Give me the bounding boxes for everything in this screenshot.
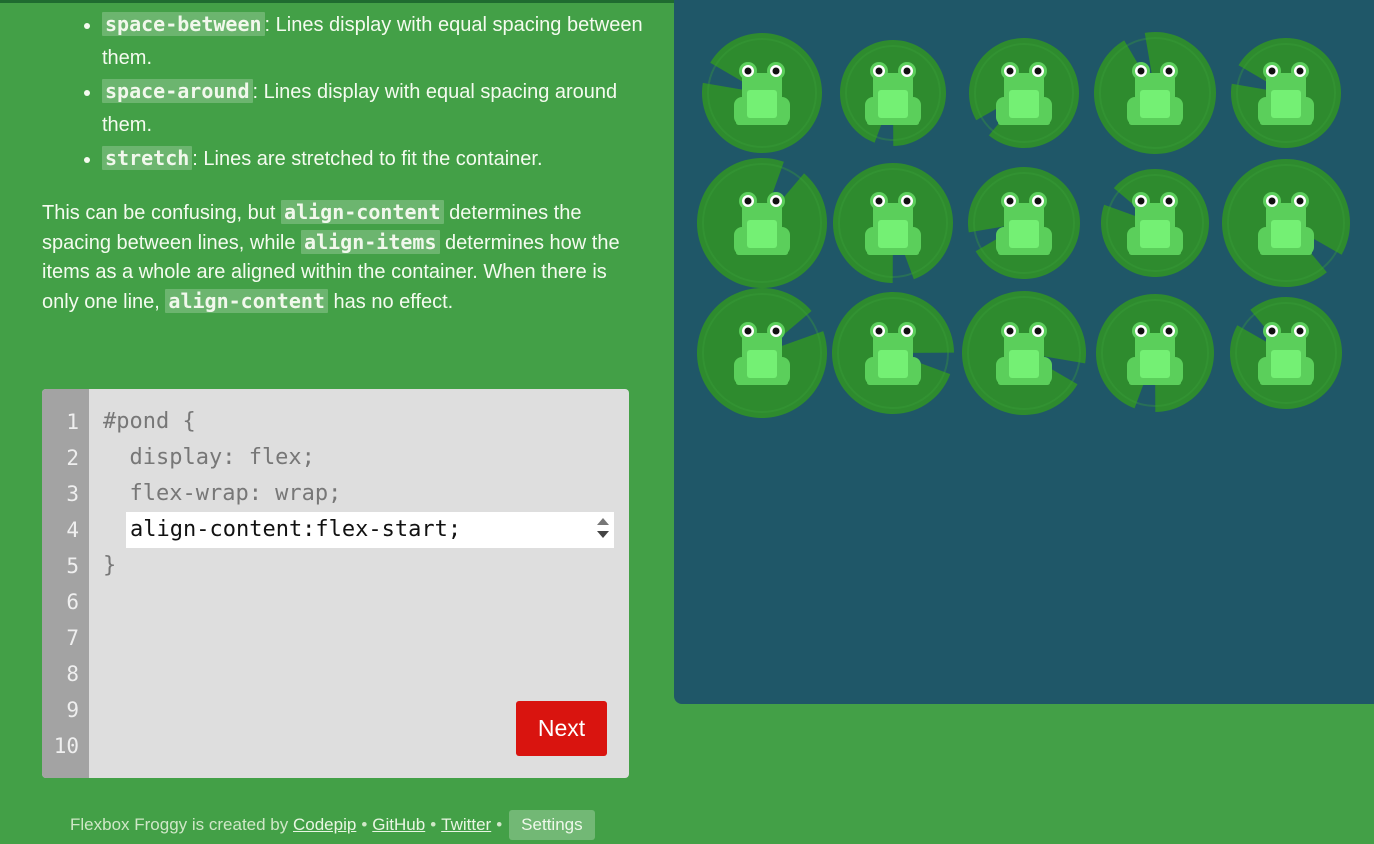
list-item: stretch: Lines are stretched to fit the … [102, 142, 662, 176]
line-number: 6 [66, 590, 79, 614]
frog-on-lilypad [697, 157, 827, 288]
separator: • [430, 815, 437, 834]
code-align-content: align-content [281, 200, 444, 224]
code-align-items: align-items [301, 230, 440, 254]
line-number: 2 [66, 446, 79, 470]
frog-on-lilypad [702, 33, 822, 154]
settings-button[interactable]: Settings [509, 810, 595, 840]
code-line: display: flex; [103, 445, 315, 470]
answer-input[interactable]: align-content:flex-start; [126, 512, 614, 548]
frog-on-lilypad [969, 38, 1079, 149]
frog-on-lilypad [1230, 297, 1342, 409]
code-line: } [103, 553, 117, 578]
frog-on-lilypad [1101, 169, 1209, 277]
frog-on-lilypad [1096, 294, 1214, 412]
line-number: 4 [66, 518, 79, 542]
line-number: 3 [66, 482, 79, 506]
twitter-link[interactable]: Twitter [441, 815, 491, 834]
frog-on-lilypad [1222, 158, 1350, 287]
separator: • [361, 815, 368, 834]
pond [674, 0, 1374, 704]
answer-input-value: align-content:flex-start; [130, 517, 462, 542]
list-item: space-between: Lines display with equal … [102, 8, 662, 75]
code-space-around: space-around [102, 79, 253, 103]
line-number: 5 [66, 554, 79, 578]
frog-on-lilypad [968, 167, 1080, 279]
spinner[interactable] [597, 516, 609, 544]
code-align-content: align-content [165, 289, 328, 313]
code-line: flex-wrap: wrap; [103, 481, 342, 506]
frog-on-lilypad [697, 288, 827, 418]
line-number: 9 [66, 698, 79, 722]
paragraph-text: has no effect. [327, 291, 454, 313]
code-space-between: space-between [102, 12, 265, 36]
explanation-paragraph: This can be confusing, but align-content… [42, 198, 632, 317]
spin-up-icon[interactable] [597, 518, 609, 525]
frog-on-lilypad [962, 291, 1086, 415]
bullet-text: : Lines are stretched to fit the contain… [192, 148, 543, 170]
code-stretch: stretch [102, 146, 193, 170]
list-item: space-around: Lines display with equal s… [102, 75, 662, 142]
line-number-gutter: 1 2 3 4 5 6 7 8 9 10 [42, 389, 89, 778]
line-number: 7 [66, 626, 79, 650]
frog-on-lilypad [833, 163, 953, 283]
line-number: 8 [66, 662, 79, 686]
codepip-link[interactable]: Codepip [293, 815, 356, 834]
frog-on-lilypad [832, 292, 954, 414]
github-link[interactable]: GitHub [372, 815, 425, 834]
value-list: space-between: Lines display with equal … [60, 8, 662, 176]
line-number: 1 [66, 410, 79, 434]
frog-on-lilypad [1231, 38, 1341, 148]
code-editor: 1 2 3 4 5 6 7 8 9 10 #pond { display: fl… [42, 389, 629, 778]
code-line: #pond { [103, 409, 196, 434]
footer-credit: Flexbox Froggy is created by [70, 815, 289, 834]
next-button[interactable]: Next [516, 701, 607, 756]
line-number: 10 [53, 734, 79, 758]
separator: • [496, 815, 503, 834]
frog-on-lilypad [1094, 32, 1216, 154]
spin-down-icon[interactable] [597, 531, 609, 538]
footer: Flexbox Froggy is created by Codepip • Git… [70, 810, 595, 840]
paragraph-text: This can be confusing, but [42, 202, 282, 224]
frog-on-lilypad [840, 40, 946, 146]
